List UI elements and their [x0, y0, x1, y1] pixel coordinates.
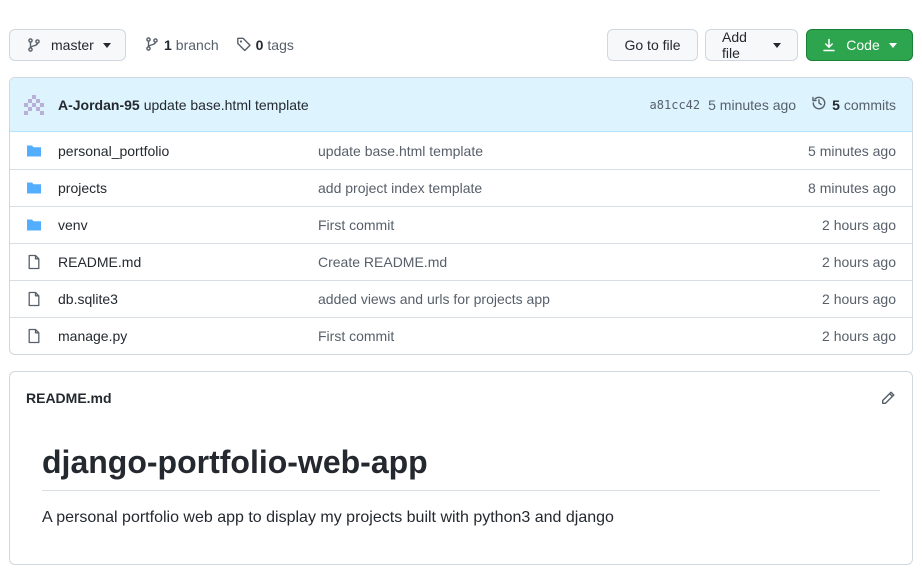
- file-browser: A-Jordan-95 update base.html template a8…: [9, 77, 913, 355]
- file-commit-message[interactable]: added views and urls for projects app: [318, 291, 822, 307]
- commit-label: commits: [843, 96, 896, 113]
- repo-toolbar: master 1 branch 0 tags Go to file Add fi…: [9, 29, 913, 61]
- file-icon: [26, 291, 42, 307]
- readme-heading: django-portfolio-web-app: [42, 442, 880, 491]
- branch-count: 1: [164, 37, 172, 53]
- latest-commit-bar: A-Jordan-95 update base.html template a8…: [10, 78, 912, 132]
- chevron-down-icon: [888, 42, 897, 48]
- branches-link[interactable]: 1 branch: [144, 36, 219, 55]
- file-commit-time: 2 hours ago: [822, 217, 896, 233]
- file-commit-message[interactable]: add project index template: [318, 180, 808, 196]
- avatar[interactable]: [24, 94, 44, 115]
- commit-sha[interactable]: a81cc42: [650, 98, 701, 112]
- readme-filename[interactable]: README.md: [26, 390, 112, 406]
- add-file-button[interactable]: Add file: [705, 29, 798, 61]
- repo-page: master 1 branch 0 tags Go to file Add fi…: [0, 0, 922, 585]
- commit-time: 5 minutes ago: [708, 96, 797, 113]
- history-icon: [811, 95, 827, 114]
- file-icon: [26, 328, 42, 344]
- tag-count: 0: [255, 37, 264, 53]
- branch-name: master: [51, 37, 94, 53]
- file-name[interactable]: venv: [58, 217, 318, 233]
- commit-author[interactable]: A-Jordan-95: [58, 97, 140, 113]
- file-commit-message[interactable]: Create README.md: [318, 254, 822, 270]
- file-name[interactable]: personal_portfolio: [58, 143, 318, 159]
- tag-label: tags: [267, 37, 294, 53]
- commit-message[interactable]: update base.html template: [144, 97, 309, 113]
- folder-icon: [26, 180, 42, 196]
- pencil-icon[interactable]: [880, 390, 896, 406]
- tags-link[interactable]: 0 tags: [236, 36, 294, 55]
- file-commit-time: 2 hours ago: [822, 291, 896, 307]
- file-list: personal_portfolio update base.html templ…: [10, 132, 912, 354]
- file-commit-time: 2 hours ago: [822, 328, 896, 344]
- add-file-label: Add file: [722, 29, 747, 61]
- readme-panel: README.md django-portfolio-web-app A per…: [9, 371, 913, 565]
- code-button[interactable]: Code: [806, 29, 913, 61]
- file-name[interactable]: README.md: [58, 254, 318, 270]
- readme-body: django-portfolio-web-app A personal port…: [10, 424, 912, 527]
- file-icon: [26, 254, 42, 270]
- file-commit-time: 5 minutes ago: [808, 142, 896, 159]
- file-row[interactable]: manage.py First commit 2 hours ago: [10, 317, 912, 354]
- file-row[interactable]: venv First commit 2 hours ago: [10, 206, 912, 243]
- git-branch-icon: [26, 37, 42, 53]
- folder-icon: [26, 143, 42, 159]
- commits-history-link[interactable]: 5 commits: [811, 95, 896, 114]
- readme-header: README.md: [10, 372, 912, 424]
- file-row[interactable]: README.md Create README.md 2 hours ago: [10, 243, 912, 280]
- file-name[interactable]: manage.py: [58, 328, 318, 344]
- chevron-down-icon: [102, 42, 111, 48]
- folder-icon: [26, 217, 42, 233]
- tag-icon: [236, 36, 252, 55]
- file-commit-message[interactable]: update base.html template: [318, 143, 808, 159]
- file-commit-time: 8 minutes ago: [808, 180, 896, 196]
- branch-label: branch: [175, 37, 219, 53]
- file-row[interactable]: personal_portfolio update base.html templ…: [10, 132, 912, 169]
- chevron-down-icon: [773, 42, 781, 48]
- file-commit-message[interactable]: First commit: [318, 217, 822, 233]
- download-icon: [822, 38, 836, 52]
- go-to-file-button[interactable]: Go to file: [607, 29, 698, 61]
- branch-select-button[interactable]: master: [9, 29, 126, 61]
- git-branch-icon: [144, 36, 160, 55]
- file-commit-message[interactable]: First commit: [318, 328, 822, 344]
- file-name[interactable]: db.sqlite3: [58, 291, 318, 307]
- code-label: Code: [846, 37, 880, 53]
- readme-paragraph: A personal portfolio web app to display …: [42, 509, 614, 526]
- file-commit-time: 2 hours ago: [822, 254, 896, 270]
- file-row[interactable]: db.sqlite3 added views and urls for proje…: [10, 280, 912, 317]
- file-row[interactable]: projects add project index template 8 minu…: [10, 169, 912, 206]
- commit-count: 5: [832, 96, 840, 113]
- file-name[interactable]: projects: [58, 180, 318, 196]
